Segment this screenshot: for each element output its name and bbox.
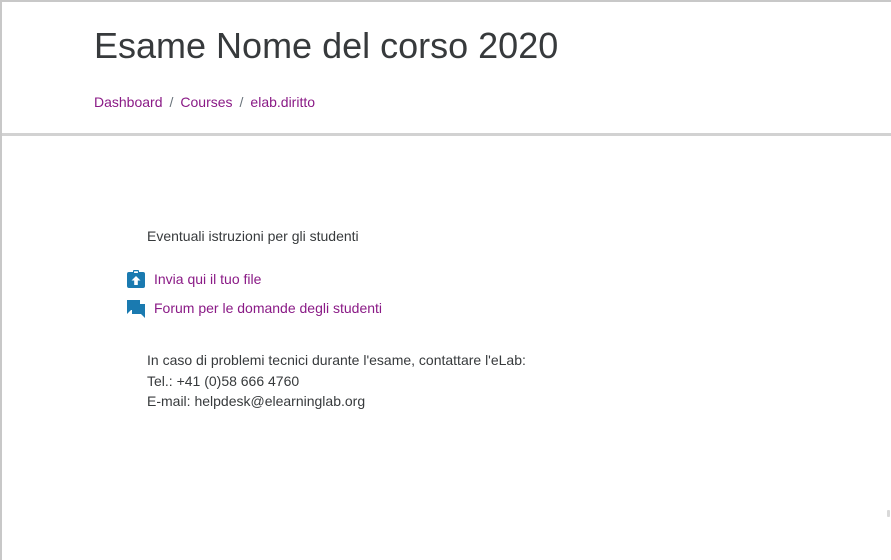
contact-text: In caso di problemi tecnici durante l'es… — [147, 352, 526, 368]
activity-forum-label: Forum per le domande degli studenti — [154, 300, 383, 316]
contact-phone: Tel.: +41 (0)58 666 4760 — [147, 372, 300, 389]
contact-email: E-mail: helpdesk@elearninglab.org — [147, 393, 366, 409]
activity-forum[interactable]: Forum per le domande degli studenti — [126, 297, 382, 319]
course-content: Eventuali istruzioni per gli studenti In… — [0, 0, 891, 560]
contact-info: In caso di problemi tecnici durante l'es… — [147, 350, 526, 412]
forum-icon — [126, 298, 146, 318]
activity-assignment[interactable]: Invia qui il tuo file — [126, 268, 261, 290]
scrollbar-edge — [887, 510, 890, 517]
activity-assignment-label: Invia qui il tuo file — [154, 271, 262, 287]
course-instructions: Eventuali istruzioni per gli studenti — [147, 228, 359, 244]
assignment-upload-icon — [126, 269, 146, 289]
